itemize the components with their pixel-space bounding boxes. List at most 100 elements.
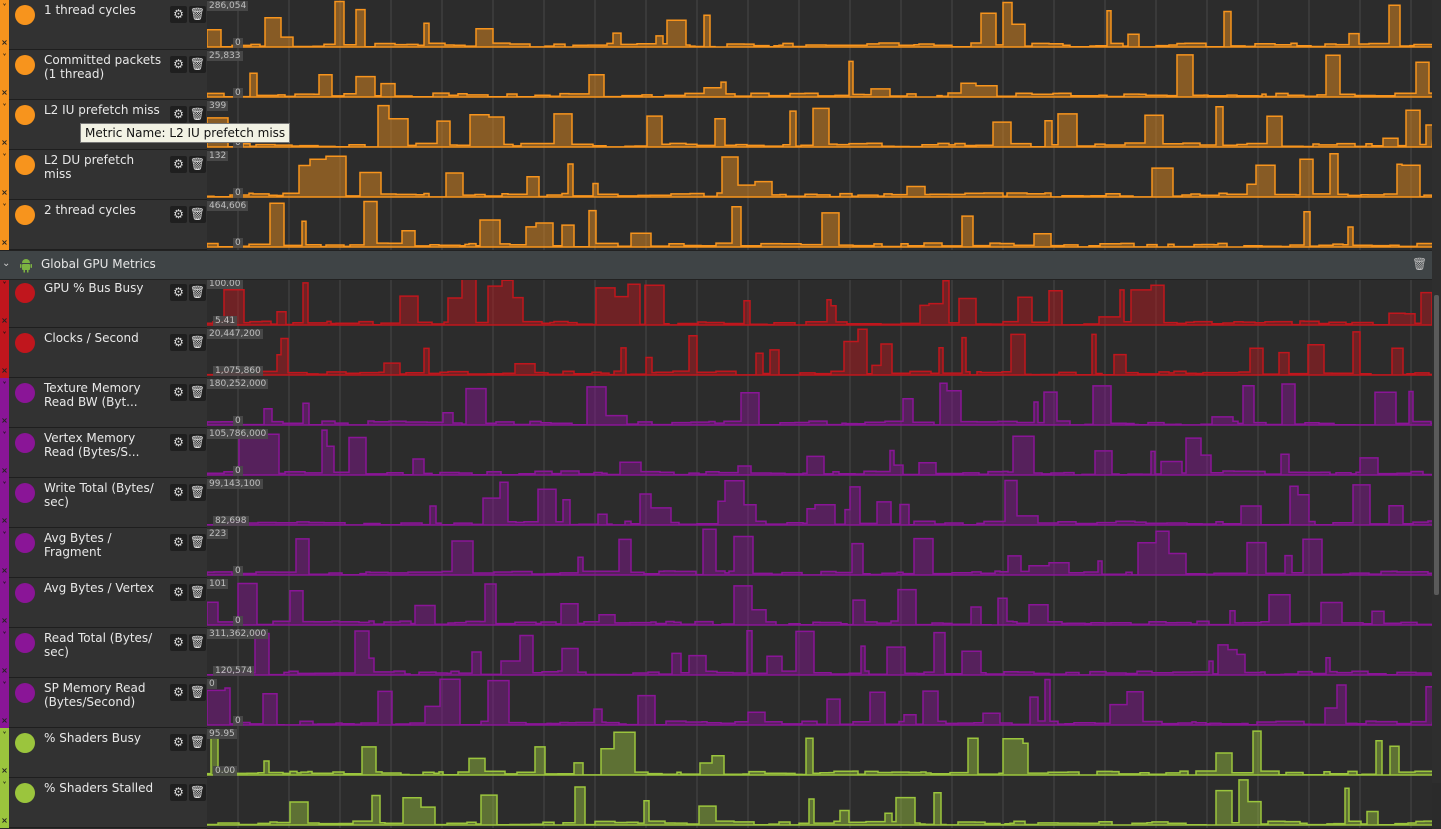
metric-color-dot[interactable] bbox=[15, 205, 35, 225]
metric-graph[interactable] bbox=[207, 278, 1432, 329]
chevron-down-icon[interactable]: ˅ bbox=[0, 203, 9, 212]
metric-graph[interactable] bbox=[207, 328, 1432, 379]
close-icon[interactable]: × bbox=[0, 38, 9, 47]
close-icon[interactable]: × bbox=[0, 716, 9, 725]
track-label-panel[interactable]: Committed packets (1 thread) ⚙ 🗑 bbox=[9, 50, 207, 100]
metric-graph[interactable] bbox=[207, 578, 1432, 629]
metric-graph[interactable] bbox=[207, 778, 1432, 829]
metric-color-dot[interactable] bbox=[15, 583, 35, 603]
metric-graph[interactable] bbox=[207, 478, 1432, 529]
gear-icon[interactable]: ⚙ bbox=[170, 156, 187, 173]
close-icon[interactable]: × bbox=[0, 188, 9, 197]
track-label-panel[interactable]: % Shaders Busy ⚙ 🗑 bbox=[9, 728, 207, 778]
metric-graph[interactable] bbox=[207, 378, 1432, 429]
close-icon[interactable]: × bbox=[0, 466, 9, 475]
gear-icon[interactable]: ⚙ bbox=[170, 634, 187, 651]
chevron-down-icon[interactable]: ˅ bbox=[0, 331, 9, 340]
close-icon[interactable]: × bbox=[0, 138, 9, 147]
metric-color-dot[interactable] bbox=[15, 633, 35, 653]
track-label-panel[interactable]: 2 thread cycles ⚙ 🗑 bbox=[9, 200, 207, 250]
metric-color-dot[interactable] bbox=[15, 433, 35, 453]
track-label-panel[interactable]: SP Memory Read (Bytes/Second) ⚙ 🗑 bbox=[9, 678, 207, 728]
chevron-down-icon[interactable]: ˅ bbox=[0, 103, 9, 112]
chevron-down-icon[interactable]: ˅ bbox=[0, 431, 9, 440]
gear-icon[interactable]: ⚙ bbox=[170, 584, 187, 601]
chevron-down-icon[interactable]: ˅ bbox=[0, 681, 9, 690]
close-icon[interactable]: × bbox=[0, 416, 9, 425]
chevron-down-icon[interactable]: ⌄ bbox=[2, 258, 10, 269]
trash-icon[interactable]: 🗑 bbox=[189, 784, 206, 801]
chevron-down-icon[interactable]: ˅ bbox=[0, 631, 9, 640]
scrollbar-thumb[interactable] bbox=[1434, 295, 1439, 595]
chevron-down-icon[interactable]: ˅ bbox=[0, 281, 9, 290]
close-icon[interactable]: × bbox=[0, 616, 9, 625]
track-label-panel[interactable]: GPU % Bus Busy ⚙ 🗑 bbox=[9, 278, 207, 328]
track-label-panel[interactable]: Avg Bytes / Vertex ⚙ 🗑 bbox=[9, 578, 207, 628]
chevron-down-icon[interactable]: ˅ bbox=[0, 481, 9, 490]
track-label-panel[interactable]: Write Total (Bytes/ sec) ⚙ 🗑 bbox=[9, 478, 207, 528]
metric-color-dot[interactable] bbox=[15, 283, 35, 303]
gear-icon[interactable]: ⚙ bbox=[170, 56, 187, 73]
trash-icon[interactable]: 🗑 bbox=[189, 584, 206, 601]
gear-icon[interactable]: ⚙ bbox=[170, 684, 187, 701]
trash-icon[interactable]: 🗑 bbox=[189, 684, 206, 701]
close-icon[interactable]: × bbox=[0, 366, 9, 375]
trash-icon[interactable]: 🗑 bbox=[189, 156, 206, 173]
close-icon[interactable]: × bbox=[0, 766, 9, 775]
close-icon[interactable]: × bbox=[0, 566, 9, 575]
metric-color-dot[interactable] bbox=[15, 105, 35, 125]
metric-color-dot[interactable] bbox=[15, 733, 35, 753]
track-label-panel[interactable]: 1 thread cycles ⚙ 🗑 bbox=[9, 0, 207, 50]
gear-icon[interactable]: ⚙ bbox=[170, 6, 187, 23]
gear-icon[interactable]: ⚙ bbox=[170, 734, 187, 751]
trash-icon[interactable]: 🗑 bbox=[189, 206, 206, 223]
metric-color-dot[interactable] bbox=[15, 783, 35, 803]
gear-icon[interactable]: ⚙ bbox=[170, 784, 187, 801]
track-label-panel[interactable]: % Shaders Stalled ⚙ 🗑 bbox=[9, 778, 207, 828]
trash-icon[interactable]: 🗑 bbox=[189, 56, 206, 73]
metric-color-dot[interactable] bbox=[15, 155, 35, 175]
chevron-down-icon[interactable]: ˅ bbox=[0, 381, 9, 390]
chevron-down-icon[interactable]: ˅ bbox=[0, 731, 9, 740]
trash-icon[interactable]: 🗑 bbox=[189, 734, 206, 751]
metric-graph[interactable] bbox=[207, 628, 1432, 679]
metric-color-dot[interactable] bbox=[15, 5, 35, 25]
chevron-down-icon[interactable]: ˅ bbox=[0, 581, 9, 590]
metric-graph[interactable] bbox=[207, 100, 1432, 151]
trash-icon[interactable]: 🗑 bbox=[189, 634, 206, 651]
trash-icon[interactable]: 🗑 bbox=[189, 484, 206, 501]
chevron-down-icon[interactable]: ˅ bbox=[0, 153, 9, 162]
track-label-panel[interactable]: L2 DU prefetch miss ⚙ 🗑 bbox=[9, 150, 207, 200]
metric-graph[interactable] bbox=[207, 678, 1432, 729]
gear-icon[interactable]: ⚙ bbox=[170, 384, 187, 401]
close-icon[interactable]: × bbox=[0, 88, 9, 97]
track-label-panel[interactable]: Texture Memory Read BW (Byt... ⚙ 🗑 bbox=[9, 378, 207, 428]
gear-icon[interactable]: ⚙ bbox=[170, 206, 187, 223]
trash-icon[interactable]: 🗑 bbox=[189, 284, 206, 301]
chevron-down-icon[interactable]: ˅ bbox=[0, 781, 9, 790]
close-icon[interactable]: × bbox=[0, 666, 9, 675]
chevron-down-icon[interactable]: ˅ bbox=[0, 3, 9, 12]
metric-graph[interactable] bbox=[207, 0, 1432, 51]
close-icon[interactable]: × bbox=[0, 816, 9, 825]
trash-icon[interactable]: 🗑 bbox=[189, 334, 206, 351]
metric-color-dot[interactable] bbox=[15, 333, 35, 353]
gear-icon[interactable]: ⚙ bbox=[170, 534, 187, 551]
metric-color-dot[interactable] bbox=[15, 533, 35, 553]
close-icon[interactable]: × bbox=[0, 238, 9, 247]
trash-icon[interactable]: 🗑 bbox=[189, 6, 206, 23]
gear-icon[interactable]: ⚙ bbox=[170, 484, 187, 501]
gear-icon[interactable]: ⚙ bbox=[170, 334, 187, 351]
track-label-panel[interactable]: Clocks / Second ⚙ 🗑 bbox=[9, 328, 207, 378]
metric-graph[interactable] bbox=[207, 528, 1432, 579]
chevron-down-icon[interactable]: ˅ bbox=[0, 53, 9, 62]
gear-icon[interactable]: ⚙ bbox=[170, 284, 187, 301]
close-icon[interactable]: × bbox=[0, 516, 9, 525]
track-label-panel[interactable]: Avg Bytes / Fragment ⚙ 🗑 bbox=[9, 528, 207, 578]
metric-graph[interactable] bbox=[207, 728, 1432, 779]
metric-graph[interactable] bbox=[207, 428, 1432, 479]
metric-graph[interactable] bbox=[207, 150, 1432, 201]
metric-color-dot[interactable] bbox=[15, 683, 35, 703]
metric-color-dot[interactable] bbox=[15, 55, 35, 75]
close-icon[interactable]: × bbox=[0, 316, 9, 325]
